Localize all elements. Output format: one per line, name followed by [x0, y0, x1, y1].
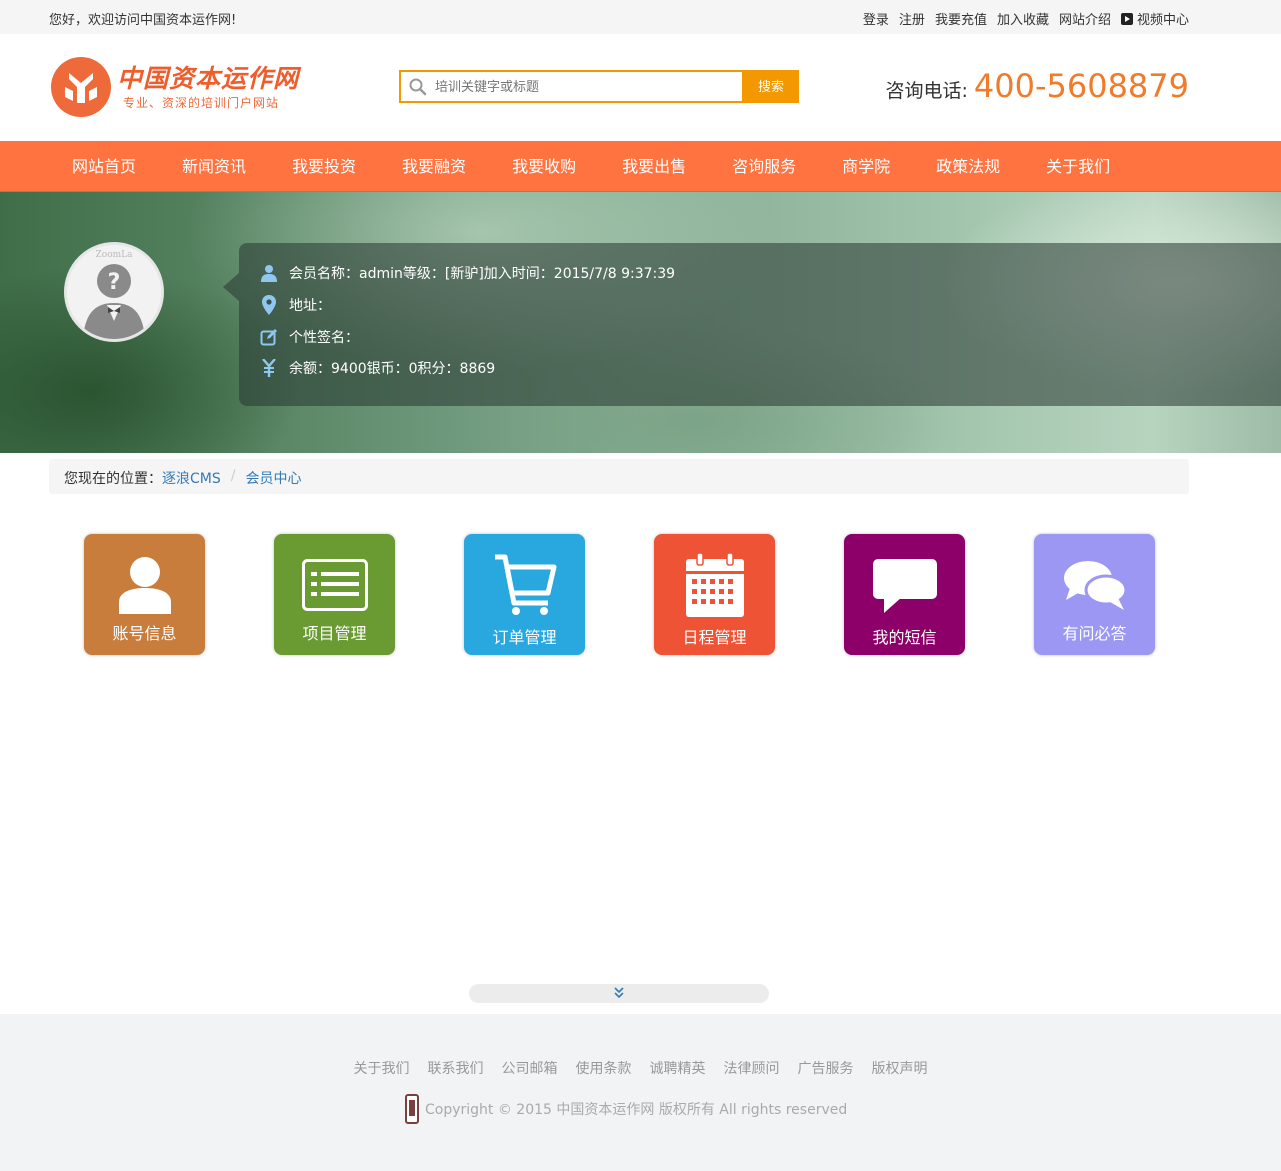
- nav-item-financing[interactable]: 我要融资: [379, 141, 489, 192]
- chat-icon: [1034, 550, 1155, 620]
- breadcrumb-label: 您现在的位置：: [64, 471, 162, 487]
- nav-item-about[interactable]: 关于我们: [1023, 141, 1133, 192]
- avatar-placeholder-icon: ZoomLa ?: [67, 245, 161, 339]
- footer-link-careers[interactable]: 诚聘精英: [650, 1058, 706, 1078]
- play-icon: [1120, 13, 1133, 25]
- avatar[interactable]: ZoomLa ?: [64, 242, 164, 342]
- nav-item-news[interactable]: 新闻资讯: [159, 141, 269, 192]
- top-links: 登录 注册 我要充值 加入收藏 网站介绍 视频中心: [863, 9, 1189, 28]
- footer: 关于我们 联系我们 公司邮箱 使用条款 诚聘精英 法律顾问 广告服务 版权声明 …: [0, 1014, 1281, 1171]
- phone-label: 咨询电话:: [885, 80, 968, 102]
- nav-item-consulting[interactable]: 咨询服务: [709, 141, 819, 192]
- footer-link-legal[interactable]: 法律顾问: [724, 1058, 780, 1078]
- consult-phone: 咨询电话: 400-5608879: [885, 67, 1189, 105]
- breadcrumb-home-link[interactable]: 逐浪CMS: [162, 468, 221, 488]
- phone-number: 400-5608879: [973, 67, 1189, 105]
- tile-qa[interactable]: 有问必答: [1034, 534, 1155, 655]
- footer-link-ads[interactable]: 广告服务: [798, 1058, 854, 1078]
- breadcrumb: 您现在的位置： 逐浪CMS / 会员中心: [49, 459, 1189, 494]
- search-icon: [409, 78, 427, 96]
- nav-item-sell[interactable]: 我要出售: [599, 141, 709, 192]
- member-info-row: 会员名称：admin等级：[新驴]加入时间：2015/7/8 9:37:39: [259, 263, 675, 283]
- login-link[interactable]: 登录: [863, 9, 889, 28]
- nav-item-home[interactable]: 网站首页: [49, 141, 159, 192]
- signature-row: 个性签名：: [259, 327, 359, 347]
- chevron-double-down-icon: [614, 987, 624, 999]
- tile-label: 我的短信: [872, 628, 937, 647]
- user-icon: [259, 263, 279, 283]
- avatar-text: ZoomLa: [96, 250, 134, 260]
- tile-label: 项目管理: [302, 624, 367, 643]
- signature-text: 个性签名：: [289, 330, 359, 346]
- footer-link-terms[interactable]: 使用条款: [576, 1058, 632, 1078]
- balance-text: 余额：9400银币：0积分：8869: [289, 361, 496, 377]
- yen-icon: [259, 358, 279, 378]
- tile-label: 有问必答: [1062, 624, 1127, 643]
- tile-my-messages[interactable]: 我的短信: [844, 534, 965, 655]
- footer-link-email[interactable]: 公司邮箱: [502, 1058, 558, 1078]
- breadcrumb-separator: /: [230, 468, 236, 484]
- tile-label: 日程管理: [682, 628, 747, 647]
- member-summary: 会员名称：admin等级：[新驴]加入时间：2015/7/8 9:37:39: [289, 266, 676, 282]
- nav-item-business-school[interactable]: 商学院: [819, 141, 913, 192]
- tile-schedule-management[interactable]: 日程管理: [654, 534, 775, 655]
- location-icon: [259, 295, 279, 315]
- nav-item-policy[interactable]: 政策法规: [913, 141, 1023, 192]
- site-logo[interactable]: 中国资本运作网 专业、资深的培训门户网站: [51, 55, 301, 119]
- tile-order-management[interactable]: 订单管理: [464, 534, 585, 655]
- breadcrumb-member-center-link[interactable]: 会员中心: [245, 468, 301, 488]
- register-link[interactable]: 注册: [899, 9, 925, 28]
- recharge-link[interactable]: 我要充值: [935, 9, 987, 28]
- tile-label: 账号信息: [112, 624, 177, 643]
- calendar-icon: [654, 550, 775, 620]
- main-nav: 网站首页 新闻资讯 我要投资 我要融资 我要收购 我要出售 咨询服务 商学院 政…: [0, 141, 1281, 192]
- site-intro-link[interactable]: 网站介绍: [1059, 9, 1111, 28]
- profile-banner: ZoomLa ? 会员名称：admin等级：[新驴]加入时间：2015/7/8 …: [0, 192, 1281, 453]
- copyright-text: Copyright © 2015 中国资本运作网 版权所有 All rights…: [425, 1102, 848, 1118]
- tile-account-info[interactable]: 账号信息: [84, 534, 205, 655]
- address-text: 地址：: [289, 298, 331, 314]
- copyright: Copyright © 2015 中国资本运作网 版权所有 All rights…: [405, 1094, 847, 1124]
- top-bar: 您好，欢迎访问中国资本运作网! 登录 注册 我要充值 加入收藏 网站介绍 视频中…: [0, 0, 1281, 34]
- logo-subtitle: 专业、资深的培训门户网站: [123, 96, 280, 110]
- welcome-text: 您好，欢迎访问中国资本运作网!: [49, 13, 237, 28]
- video-center-link[interactable]: 视频中心: [1120, 9, 1189, 28]
- footer-link-copyright[interactable]: 版权声明: [872, 1058, 928, 1078]
- video-center-label: 视频中心: [1136, 13, 1189, 28]
- logo-title: 中国资本运作网: [117, 64, 300, 93]
- balance-row: 余额：9400银币：0积分：8869: [259, 358, 495, 378]
- search-button[interactable]: 搜索: [743, 70, 799, 103]
- footer-link-contact[interactable]: 联系我们: [428, 1058, 484, 1078]
- logo-emblem-icon: [51, 57, 111, 117]
- mobile-phone-icon: [405, 1094, 419, 1124]
- footer-links: 关于我们 联系我们 公司邮箱 使用条款 诚聘精英 法律顾问 广告服务 版权声明: [0, 1058, 1281, 1078]
- search-box: [399, 70, 744, 103]
- cart-icon: [464, 550, 585, 620]
- scroll-down-bar[interactable]: [469, 984, 769, 1003]
- address-row: 地址：: [259, 295, 331, 315]
- nav-item-invest[interactable]: 我要投资: [269, 141, 379, 192]
- add-favorite-link[interactable]: 加入收藏: [997, 9, 1049, 28]
- nav-item-acquire[interactable]: 我要收购: [489, 141, 599, 192]
- member-info-panel: 会员名称：admin等级：[新驴]加入时间：2015/7/8 9:37:39 地…: [223, 243, 1281, 406]
- footer-link-about[interactable]: 关于我们: [354, 1058, 410, 1078]
- user-icon: [84, 550, 205, 620]
- message-icon: [844, 550, 965, 620]
- svg-text:?: ?: [108, 270, 121, 295]
- list-icon: [274, 550, 395, 620]
- search-bar: 搜索: [399, 70, 799, 103]
- search-input[interactable]: [435, 77, 735, 97]
- tile-label: 订单管理: [492, 628, 557, 647]
- header: 中国资本运作网 专业、资深的培训门户网站 搜索 咨询电话: 400-560887…: [0, 34, 1281, 141]
- edit-icon: [259, 327, 279, 347]
- tile-project-management[interactable]: 项目管理: [274, 534, 395, 655]
